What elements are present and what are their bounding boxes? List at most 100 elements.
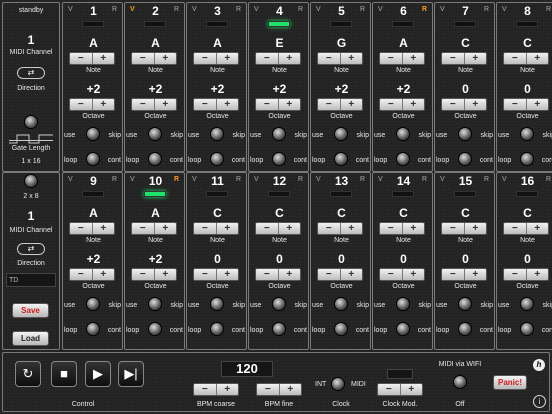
octave-minus[interactable]: − [442, 269, 464, 280]
note-minus[interactable]: − [380, 223, 402, 234]
clock-mod-plus[interactable]: + [399, 384, 423, 395]
note-plus[interactable]: + [153, 223, 177, 234]
panic-button[interactable]: Panic! [493, 375, 527, 390]
loop-cont-knob[interactable] [520, 152, 534, 166]
octave-stepper[interactable]: − + [255, 98, 301, 111]
step-repeat-toggle[interactable]: R [236, 176, 241, 183]
loop-cont-knob[interactable] [86, 152, 100, 166]
octave-minus[interactable]: − [504, 269, 526, 280]
bpm-fine-stepper[interactable]: − + [256, 383, 302, 396]
octave-stepper[interactable]: − + [379, 268, 425, 281]
loop-cont-knob[interactable] [148, 322, 162, 336]
note-stepper[interactable]: − + [503, 222, 549, 235]
note-plus[interactable]: + [339, 53, 363, 64]
step-repeat-toggle[interactable]: R [298, 6, 303, 13]
clock-mod-minus[interactable]: − [378, 384, 400, 395]
loop-icon[interactable]: ↻ [15, 361, 41, 387]
octave-stepper[interactable]: − + [193, 98, 239, 111]
note-minus[interactable]: − [504, 53, 526, 64]
use-skip-knob[interactable] [520, 297, 534, 311]
note-stepper[interactable]: − + [255, 52, 301, 65]
clock-mod-stepper[interactable]: − + [377, 383, 423, 396]
loop-cont-knob[interactable] [396, 322, 410, 336]
gate-length-knob[interactable] [24, 115, 38, 129]
octave-minus[interactable]: − [194, 99, 216, 110]
note-stepper[interactable]: − + [69, 52, 115, 65]
clock-source-knob[interactable] [331, 377, 345, 391]
note-plus[interactable]: + [463, 223, 487, 234]
loop-cont-knob[interactable] [396, 152, 410, 166]
note-plus[interactable]: + [401, 223, 425, 234]
direction-toggle-icon-2[interactable]: ⇄ [17, 243, 45, 255]
bpm-coarse-stepper[interactable]: − + [193, 383, 239, 396]
use-skip-knob[interactable] [334, 297, 348, 311]
octave-minus[interactable]: − [380, 99, 402, 110]
note-stepper[interactable]: − + [193, 52, 239, 65]
note-plus[interactable]: + [525, 53, 549, 64]
step-repeat-toggle[interactable]: R [298, 176, 303, 183]
octave-stepper[interactable]: − + [255, 268, 301, 281]
loop-cont-knob[interactable] [520, 322, 534, 336]
octave-minus[interactable]: − [504, 99, 526, 110]
step-repeat-toggle[interactable]: R [484, 176, 489, 183]
octave-minus[interactable]: − [318, 269, 340, 280]
note-plus[interactable]: + [215, 223, 239, 234]
octave-minus[interactable]: − [132, 269, 154, 280]
use-skip-knob[interactable] [520, 127, 534, 141]
load-button[interactable]: Load [12, 331, 49, 346]
step-repeat-toggle[interactable]: R [360, 176, 365, 183]
octave-minus[interactable]: − [256, 269, 278, 280]
octave-plus[interactable]: + [153, 99, 177, 110]
note-minus[interactable]: − [194, 53, 216, 64]
use-skip-knob[interactable] [86, 127, 100, 141]
loop-cont-knob[interactable] [86, 322, 100, 336]
note-stepper[interactable]: − + [131, 222, 177, 235]
octave-plus[interactable]: + [277, 99, 301, 110]
note-minus[interactable]: − [442, 53, 464, 64]
note-minus[interactable]: − [256, 223, 278, 234]
note-plus[interactable]: + [277, 53, 301, 64]
use-skip-knob[interactable] [86, 297, 100, 311]
step-repeat-toggle[interactable]: R [360, 6, 365, 13]
octave-stepper[interactable]: − + [317, 268, 363, 281]
octave-stepper[interactable]: − + [69, 98, 115, 111]
octave-stepper[interactable]: − + [193, 268, 239, 281]
note-minus[interactable]: − [442, 223, 464, 234]
note-plus[interactable]: + [215, 53, 239, 64]
octave-plus[interactable]: + [525, 269, 549, 280]
note-plus[interactable]: + [401, 53, 425, 64]
octave-minus[interactable]: − [380, 269, 402, 280]
note-minus[interactable]: − [318, 53, 340, 64]
play-icon[interactable]: ▶ [85, 361, 111, 387]
use-skip-knob[interactable] [210, 127, 224, 141]
preset-name-field[interactable]: TD [6, 273, 56, 287]
loop-cont-knob[interactable] [272, 322, 286, 336]
mode-switch-knob[interactable] [24, 174, 38, 188]
octave-plus[interactable]: + [463, 99, 487, 110]
octave-stepper[interactable]: − + [131, 268, 177, 281]
octave-stepper[interactable]: − + [441, 98, 487, 111]
octave-minus[interactable]: − [194, 269, 216, 280]
save-button[interactable]: Save [12, 303, 49, 318]
octave-plus[interactable]: + [215, 99, 239, 110]
octave-minus[interactable]: − [256, 99, 278, 110]
note-plus[interactable]: + [91, 53, 115, 64]
bpm-fine-plus[interactable]: + [278, 384, 302, 395]
info-icon[interactable]: i [533, 395, 546, 408]
note-plus[interactable]: + [339, 223, 363, 234]
octave-minus[interactable]: − [318, 99, 340, 110]
use-skip-knob[interactable] [272, 127, 286, 141]
octave-plus[interactable]: + [91, 269, 115, 280]
octave-minus[interactable]: − [442, 99, 464, 110]
step-repeat-toggle[interactable]: R [112, 176, 117, 183]
use-skip-knob[interactable] [148, 297, 162, 311]
midi-channel-value[interactable]: 1 [3, 33, 59, 47]
loop-cont-knob[interactable] [272, 152, 286, 166]
next-icon[interactable]: ▶| [118, 361, 144, 387]
loop-cont-knob[interactable] [458, 152, 472, 166]
octave-plus[interactable]: + [153, 269, 177, 280]
note-stepper[interactable]: − + [131, 52, 177, 65]
step-repeat-toggle[interactable]: R [422, 6, 427, 13]
octave-minus[interactable]: − [70, 99, 92, 110]
bpm-coarse-plus[interactable]: + [215, 384, 239, 395]
